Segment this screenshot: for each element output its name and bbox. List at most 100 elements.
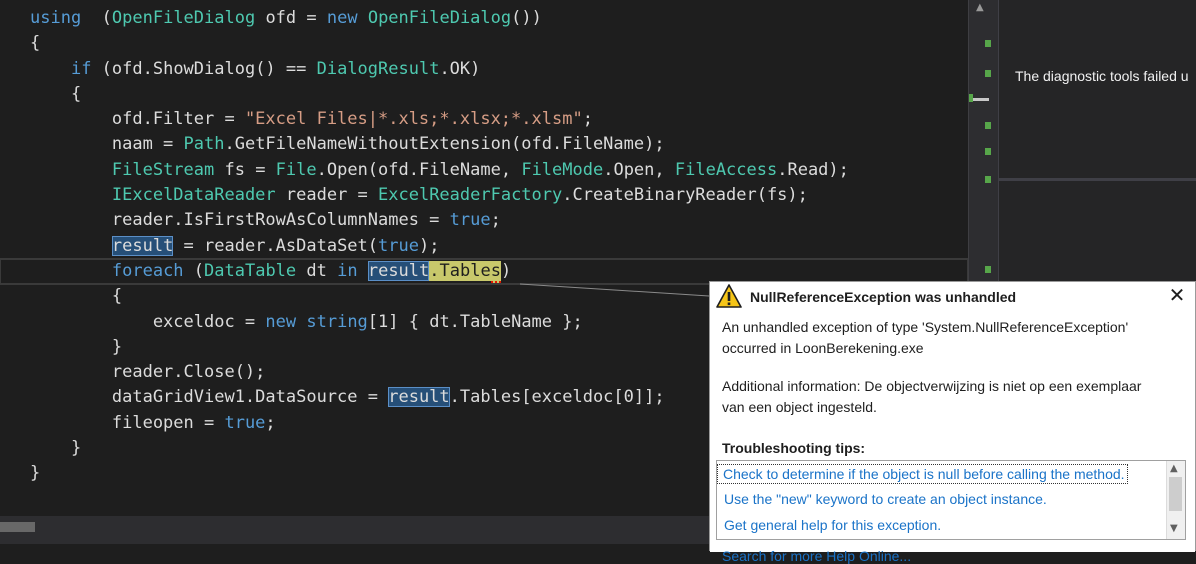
code-token: ( bbox=[81, 8, 112, 28]
code-token: .Open, bbox=[603, 159, 675, 180]
code-token: ExcelReaderFactory bbox=[378, 185, 563, 206]
change-marker bbox=[985, 266, 991, 273]
code-token: ; bbox=[490, 210, 501, 231]
code-line[interactable]: { bbox=[30, 31, 968, 56]
diagnostic-message: The diagnostic tools failed u bbox=[1015, 68, 1189, 84]
scroll-up-arrow-icon[interactable]: ▲ bbox=[976, 2, 984, 13]
code-token: true bbox=[224, 412, 266, 433]
code-line[interactable]: if (ofd.ShowDialog() == DialogResult.OK) bbox=[30, 57, 968, 82]
code-token: fs = bbox=[214, 159, 276, 180]
code-line[interactable]: FileStream fs = File.Open(ofd.FileName, … bbox=[30, 158, 968, 183]
panel-divider bbox=[999, 178, 1196, 181]
code-token: IExcelDataReader bbox=[111, 185, 276, 206]
exception-helper-popup: NullReferenceException was unhandled ✕ A… bbox=[709, 281, 1196, 564]
change-marker bbox=[985, 148, 991, 155]
close-icon[interactable]: ✕ bbox=[1167, 286, 1187, 306]
code-token: "Excel Files|*.xls;*.xlsx;*.xlsm" bbox=[244, 109, 583, 130]
tip-check-null-link[interactable]: Check to determine if the object is null… bbox=[717, 464, 1128, 484]
code-token: File bbox=[275, 159, 317, 180]
code-token: dataGridView1.DataSource = bbox=[30, 387, 389, 408]
code-token: ; bbox=[265, 412, 276, 433]
code-token: foreach bbox=[111, 260, 184, 281]
code-token: true bbox=[449, 210, 491, 231]
code-token: fileopen = bbox=[30, 412, 225, 433]
tips-scroll-up-icon[interactable]: ▲ bbox=[1170, 463, 1178, 474]
code-token: new bbox=[265, 311, 297, 332]
change-marker bbox=[985, 40, 991, 47]
code-token: .Open(ofd.FileName, bbox=[316, 159, 522, 180]
highlighted-reference: result bbox=[111, 235, 174, 256]
code-token: ; bbox=[582, 109, 593, 130]
code-token: .Tables[exceldoc[0]]; bbox=[449, 387, 665, 408]
code-token: exceldoc = bbox=[30, 311, 266, 332]
code-line[interactable]: using (OpenFileDialog ofd = new OpenFile… bbox=[30, 6, 968, 31]
code-token: ( bbox=[183, 260, 205, 281]
popup-header: NullReferenceException was unhandled ✕ bbox=[710, 282, 1195, 312]
code-token: reader.Close(); bbox=[30, 362, 266, 383]
code-line[interactable]: naam = Path.GetFileNameWithoutExtension(… bbox=[30, 132, 968, 157]
code-token: } bbox=[30, 336, 123, 357]
highlighted-reference: result bbox=[388, 387, 450, 408]
code-token: (ofd.ShowDialog() == bbox=[91, 58, 317, 79]
exception-description-line1: An unhandled exception of type 'System.N… bbox=[722, 319, 1129, 335]
code-token: OpenFileDialog bbox=[367, 8, 512, 28]
code-token: new bbox=[326, 8, 358, 28]
caret-position-marker bbox=[973, 98, 989, 101]
tips-scrollbar[interactable]: ▲ ▼ bbox=[1166, 461, 1185, 539]
code-token: naam = bbox=[30, 134, 184, 155]
code-token: .CreateBinaryReader(fs); bbox=[562, 185, 808, 206]
exception-location-highlight: .Table bbox=[429, 260, 491, 281]
code-line[interactable]: reader.IsFirstRowAsColumnNames = true; bbox=[30, 208, 968, 233]
code-token: { bbox=[30, 33, 41, 54]
change-marker bbox=[985, 70, 991, 77]
change-marker bbox=[985, 176, 991, 183]
code-token: = reader.AsDataSet( bbox=[173, 235, 379, 256]
code-line[interactable]: IExcelDataReader reader = ExcelReaderFac… bbox=[30, 183, 968, 208]
code-token: reader.IsFirstRowAsColumnNames = bbox=[30, 210, 450, 231]
code-token: FileAccess bbox=[674, 159, 778, 180]
highlighted-reference: result bbox=[367, 260, 430, 281]
exception-location-highlight: s bbox=[490, 260, 501, 283]
change-marker bbox=[985, 122, 991, 129]
code-token: if bbox=[70, 58, 92, 79]
code-token: [1] { dt.TableName }; bbox=[367, 311, 583, 332]
code-token: ()) bbox=[511, 8, 542, 28]
code-line[interactable]: ofd.Filter = "Excel Files|*.xls;*.xlsx;*… bbox=[30, 107, 968, 132]
code-token: .GetFileNameWithoutExtension(ofd.FileNam… bbox=[224, 134, 665, 155]
code-token: ofd = bbox=[255, 8, 327, 28]
code-token: } bbox=[30, 438, 82, 459]
code-token: OpenFileDialog bbox=[111, 8, 256, 28]
code-line[interactable]: { bbox=[30, 82, 968, 107]
code-token: ); bbox=[418, 235, 440, 256]
exception-title: NullReferenceException was unhandled bbox=[750, 289, 1017, 305]
troubleshooting-heading: Troubleshooting tips: bbox=[722, 440, 866, 456]
code-token: in bbox=[337, 260, 358, 281]
warning-triangle-icon bbox=[716, 284, 742, 308]
horizontal-scrollbar-thumb[interactable] bbox=[0, 522, 35, 532]
exception-description-line2: occurred in LoonBerekening.exe bbox=[722, 340, 924, 356]
search-help-online-link[interactable]: Search for more Help Online... bbox=[722, 548, 911, 564]
additional-info-line1: Additional information: De objectverwijz… bbox=[722, 378, 1142, 394]
code-token: DialogResult bbox=[316, 58, 440, 79]
troubleshooting-tips-list[interactable]: Check to determine if the object is null… bbox=[716, 460, 1186, 540]
code-token: using bbox=[30, 8, 82, 28]
code-token: } bbox=[30, 463, 41, 484]
code-token: { bbox=[30, 83, 82, 104]
code-line[interactable]: result = reader.AsDataSet(true); bbox=[30, 234, 968, 259]
code-token: ofd.Filter = bbox=[30, 109, 245, 130]
code-token: .Read); bbox=[777, 159, 849, 180]
popup-body: An unhandled exception of type 'System.N… bbox=[710, 312, 1195, 564]
additional-info-line2: van een object ingesteld. bbox=[722, 399, 877, 415]
code-token: dt bbox=[296, 260, 338, 281]
code-token: { bbox=[30, 286, 123, 307]
tips-scrollbar-thumb[interactable] bbox=[1169, 477, 1182, 511]
tips-scroll-down-icon[interactable]: ▼ bbox=[1170, 523, 1178, 534]
tip-use-new-keyword-link[interactable]: Use the "new" keyword to create an objec… bbox=[724, 491, 1047, 507]
code-token: .OK) bbox=[439, 58, 481, 79]
tip-general-help-link[interactable]: Get general help for this exception. bbox=[724, 517, 941, 533]
